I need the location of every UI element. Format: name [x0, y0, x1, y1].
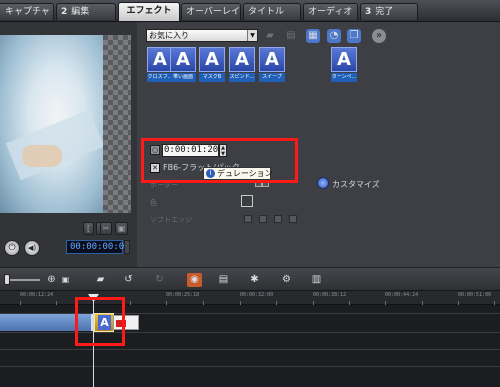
- transition-thumb-image: A: [199, 47, 225, 72]
- folder-icon[interactable]: ▰: [93, 273, 108, 287]
- gear-icon[interactable]: ✱: [247, 273, 262, 287]
- apply-icon[interactable]: ◔: [327, 29, 341, 43]
- preview-timecode[interactable]: 00:00:00:00: [66, 240, 130, 254]
- zoom-in-icon[interactable]: ⊕: [44, 273, 59, 287]
- tab-overlay[interactable]: オーバーレイ: [181, 3, 241, 20]
- expand-down-icon[interactable]: »: [372, 29, 386, 43]
- zoom-slider-knob[interactable]: [4, 274, 10, 285]
- track-divider: [0, 366, 500, 367]
- record-icon[interactable]: ◉: [187, 273, 202, 287]
- transition-thumb-image: A: [170, 47, 196, 72]
- transition-thumb-label: ターンペ...: [331, 73, 357, 82]
- soft-edge-option[interactable]: [259, 215, 267, 223]
- ruler-label: 00:00:32:00: [240, 292, 274, 298]
- fit-icon[interactable]: ▣: [58, 273, 73, 287]
- timecode-spinner[interactable]: [124, 240, 130, 254]
- transition-thumb-label: スピンド...: [229, 73, 255, 82]
- soft-edge-label: ソフトエッジ: [150, 216, 192, 224]
- soft-edge-option[interactable]: [289, 215, 297, 223]
- undo-icon[interactable]: ↺: [121, 273, 136, 287]
- cut-button[interactable]: ✂: [100, 222, 112, 235]
- transition-thumb[interactable]: A スピンド...: [229, 47, 255, 82]
- zoom-slider-track: [6, 279, 40, 281]
- tab-label: エフェクト: [126, 6, 172, 16]
- transition-thumb-image: A: [331, 47, 357, 72]
- step-tab-bar: キャプチャ 2 編集 エフェクト オーバーレイ タイトル オーディオ 3 完了: [0, 0, 500, 22]
- tab-audio[interactable]: オーディオ: [303, 3, 358, 20]
- tab-label: 編集: [71, 7, 90, 17]
- volume-symbol: ◀): [27, 244, 37, 252]
- tab-finish[interactable]: 3 完了: [360, 3, 418, 20]
- ruler-label: 00:00:51:06: [458, 292, 492, 298]
- transition-thumb[interactable]: A スイープ: [259, 47, 285, 82]
- folder-icon[interactable]: ▰: [263, 29, 277, 43]
- enlarge-button[interactable]: ▣: [115, 222, 128, 235]
- soft-edge-option[interactable]: [274, 215, 282, 223]
- batch-icon[interactable]: ▥: [309, 273, 324, 287]
- transition-thumb[interactable]: A ターンペ...: [331, 47, 357, 82]
- tab-effect[interactable]: エフェクト: [118, 2, 180, 21]
- play-button[interactable]: ⏻: [4, 240, 20, 256]
- customize-label[interactable]: カスタマイズ: [332, 179, 380, 190]
- volume-button[interactable]: ◀): [24, 240, 40, 256]
- mark-in-button[interactable]: [: [83, 222, 94, 235]
- transition-thumb-label: マスクB: [199, 73, 225, 82]
- tab-edit[interactable]: 2 編集: [56, 3, 116, 20]
- tab-label: キャプチャ: [5, 7, 50, 17]
- ruler-label: 00:00:38:12: [313, 292, 347, 298]
- tab-label: オーバーレイ: [186, 7, 240, 17]
- soft-edge-option[interactable]: [244, 215, 252, 223]
- ruler-label: 00:00:25:18: [166, 292, 200, 298]
- tab-label: 完了: [375, 7, 394, 17]
- tab-title[interactable]: タイトル: [243, 3, 301, 20]
- tab-number: 2: [61, 7, 68, 17]
- transition-thumb[interactable]: A 帯い画面: [170, 47, 196, 82]
- color-swatch[interactable]: [241, 195, 253, 207]
- preview-transparency-area: [103, 35, 131, 213]
- highlight-box-duration: [141, 138, 298, 183]
- transition-thumb-image: A: [259, 47, 285, 72]
- tab-number: 3: [365, 7, 372, 17]
- tab-label: タイトル: [248, 7, 285, 17]
- customize-icon[interactable]: [317, 177, 329, 189]
- redo-icon[interactable]: ↻: [152, 273, 167, 287]
- ruler-label: 00:00:44:24: [385, 292, 419, 298]
- preview-image: [0, 35, 103, 213]
- grid-view-icon[interactable]: ▦: [306, 29, 320, 43]
- settings-icon[interactable]: ⚙: [279, 273, 294, 287]
- chevron-down-icon: ▼: [247, 30, 257, 41]
- color-label: 色: [150, 199, 157, 207]
- window-icon[interactable]: ❐: [347, 29, 361, 43]
- import-icon[interactable]: ▤: [284, 29, 298, 43]
- play-symbol: ⏻: [8, 243, 16, 253]
- ruler-label: 00:00:12:24: [20, 292, 54, 298]
- transition-thumb-label: スイープ: [259, 73, 285, 82]
- preview-hand-shape: [22, 145, 62, 167]
- transition-thumb[interactable]: A マスクB: [199, 47, 225, 82]
- transition-thumb-label: 帯い画面: [170, 73, 196, 82]
- highlight-box-transition: [75, 297, 125, 346]
- gallery-dropdown[interactable]: お気に入り ▼: [146, 29, 258, 42]
- gallery-dropdown-value: お気に入り: [149, 31, 189, 40]
- mix-icon[interactable]: ▤: [216, 273, 231, 287]
- tab-capture[interactable]: キャプチャ: [0, 3, 54, 20]
- transition-thumb-image: A: [229, 47, 255, 72]
- tab-label: オーディオ: [308, 7, 353, 17]
- track-divider: [0, 349, 500, 350]
